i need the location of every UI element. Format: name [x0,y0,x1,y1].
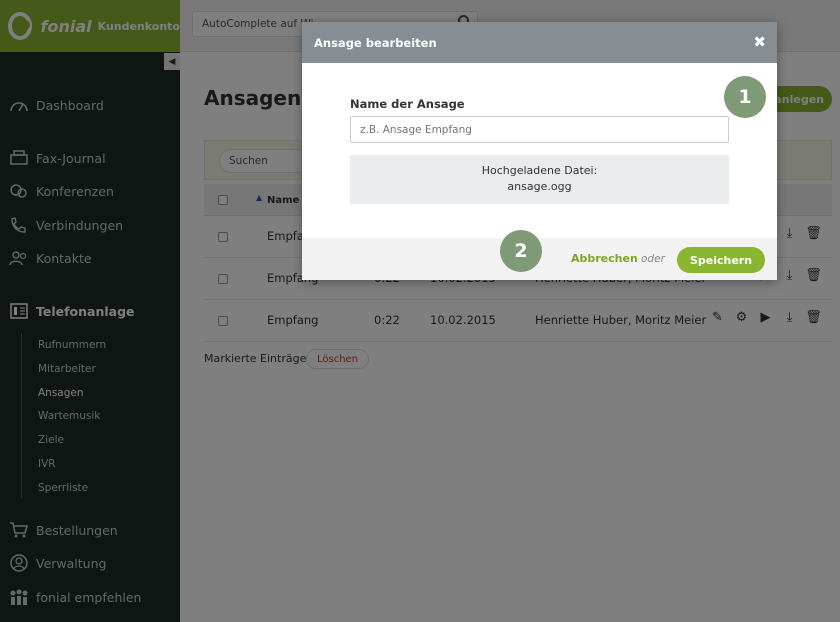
save-button[interactable]: Speichern [677,247,765,273]
dialog-header: Ansage bearbeiten [302,22,777,63]
step-badge-1: 1 [724,76,766,118]
dialog-title: Ansage bearbeiten [314,35,437,50]
announcement-name-label: Name der Ansage [350,97,465,111]
step-badge-2: 2 [500,230,542,272]
uploaded-file-name: ansage.ogg [507,180,572,193]
uploaded-file-box: Hochgeladene Datei: ansage.ogg [350,155,729,204]
announcement-name-input[interactable] [350,116,729,143]
uploaded-file-label: Hochgeladene Datei: [481,164,598,177]
cancel-button[interactable]: Abbrechen [571,252,638,265]
close-icon[interactable]: ✖ [753,33,766,51]
or-separator: oder [641,253,665,265]
